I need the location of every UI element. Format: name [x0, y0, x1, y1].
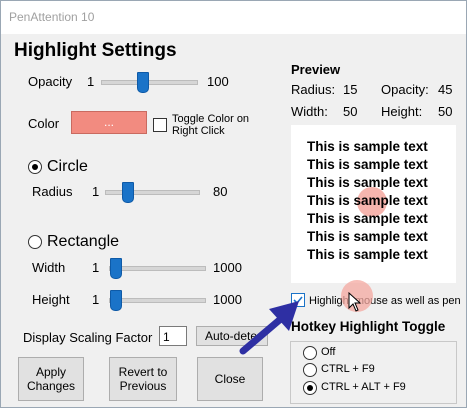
height-min: 1: [92, 292, 100, 307]
radius-max: 80: [213, 184, 228, 199]
preview-width-value: 50: [343, 104, 358, 119]
sample-text-line: This is sample text: [307, 175, 428, 190]
rectangle-label: Rectangle: [47, 233, 120, 250]
preview-radius-label: Radius:: [291, 82, 336, 97]
height-slider-thumb[interactable]: [110, 290, 122, 311]
hotkey-ctrl-alt-f9-label: CTRL + ALT + F9: [321, 381, 406, 393]
opacity-max: 100: [207, 74, 229, 89]
hotkey-ctrl-alt-f9-radio[interactable]: [303, 381, 317, 395]
sample-text-line: This is sample text: [307, 157, 428, 172]
width-slider-track[interactable]: [109, 266, 206, 271]
width-min: 1: [92, 260, 100, 275]
hotkey-heading: Hotkey Highlight Toggle: [291, 319, 446, 334]
radius-label: Radius: [32, 184, 73, 199]
width-max: 1000: [213, 260, 242, 275]
window-title: PenAttention 10: [9, 10, 95, 24]
title-bar: PenAttention 10: [1, 1, 466, 34]
preview-height-label: Height:: [381, 104, 423, 119]
preview-opacity-label: Opacity:: [381, 82, 429, 97]
hotkey-off-radio[interactable]: [303, 346, 317, 360]
scaling-label: Display Scaling Factor: [23, 330, 153, 345]
page-title: Highlight Settings: [14, 40, 177, 61]
width-slider-thumb[interactable]: [110, 258, 122, 279]
scaling-input[interactable]: 1: [159, 326, 187, 346]
sample-text-line: This is sample text: [307, 229, 428, 244]
close-button[interactable]: Close: [197, 357, 263, 401]
opacity-min: 1: [87, 74, 95, 89]
sample-text-line: This is sample text: [307, 139, 428, 154]
hotkey-ctrl-f9-radio[interactable]: [303, 363, 317, 377]
radius-min: 1: [92, 184, 100, 199]
mouse-cursor-icon: [348, 292, 362, 312]
hotkey-off-label: Off: [321, 346, 336, 358]
sample-text-line: This is sample text: [307, 211, 428, 226]
sample-text-line: This is sample text: [307, 193, 428, 208]
opacity-label: Opacity: [28, 74, 73, 89]
height-label: Height: [32, 292, 70, 307]
preview-width-label: Width:: [291, 104, 328, 119]
circle-label: Circle: [47, 158, 88, 175]
preview-heading: Preview: [291, 62, 341, 77]
app-window: PenAttention 10 Highlight Settings Opaci…: [0, 0, 467, 408]
width-label: Width: [32, 260, 66, 275]
color-label: Color: [28, 116, 60, 131]
hotkey-ctrl-f9-label: CTRL + F9: [321, 363, 375, 375]
apply-changes-button[interactable]: Apply Changes: [18, 357, 84, 401]
color-picker-button[interactable]: ...: [71, 111, 147, 134]
radius-slider-track[interactable]: [105, 190, 200, 195]
sample-text-line: This is sample text: [307, 247, 428, 262]
circle-radio[interactable]: [28, 160, 42, 174]
highlight-mouse-label: Highlight mouse as well as pen: [309, 295, 461, 307]
opacity-slider-thumb[interactable]: [137, 72, 149, 93]
opacity-slider-track[interactable]: [101, 80, 198, 85]
rectangle-radio[interactable]: [28, 235, 42, 249]
revert-button[interactable]: Revert to Previous: [109, 357, 177, 401]
toggle-color-label: Toggle Color on Right Click: [172, 113, 250, 137]
preview-opacity-value: 45: [438, 82, 453, 97]
radius-slider-thumb[interactable]: [122, 182, 134, 203]
height-slider-track[interactable]: [109, 298, 206, 303]
preview-height-value: 50: [438, 104, 453, 119]
toggle-color-checkbox[interactable]: [153, 118, 167, 132]
preview-radius-value: 15: [343, 82, 358, 97]
